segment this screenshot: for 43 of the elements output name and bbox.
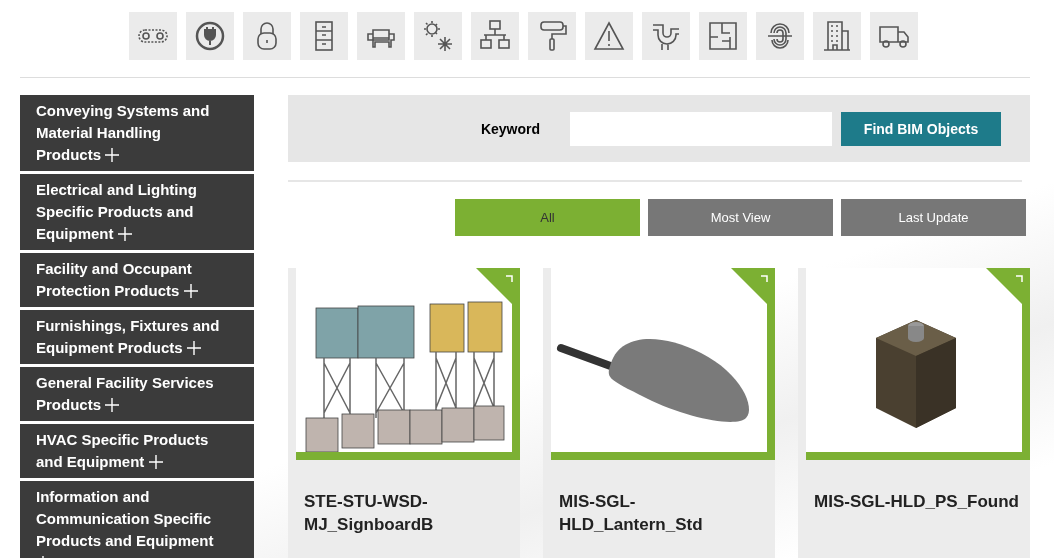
object-title: STE-STU-WSD-MJ_SignboardB (303, 491, 435, 536)
category-item[interactable]: Information and Communication Specific Products and Equipment (20, 481, 254, 558)
category-item[interactable]: Conveying Systems and Material Handling Products (20, 95, 254, 171)
plug-icon (193, 19, 227, 53)
filter-tab[interactable]: Last Update (841, 199, 1026, 236)
padlock-tile[interactable] (243, 12, 291, 60)
object-title: MIS-SGL-HLD_PS_Found (813, 491, 1020, 513)
bim-object-card[interactable]: MIS-SGL-HLD_Lantern_Std (543, 268, 775, 558)
building-tile[interactable] (813, 12, 861, 60)
network-tile[interactable] (471, 12, 519, 60)
armchair-tile[interactable] (357, 12, 405, 60)
category-item[interactable]: HVAC Specific Products and Equipment (20, 424, 254, 478)
warning-tile[interactable] (585, 12, 633, 60)
floor-plan-icon (706, 19, 740, 53)
sun-snowflake-tile[interactable] (414, 12, 462, 60)
keyword-field[interactable] (570, 111, 832, 146)
category-item[interactable]: Furnishings, Fixtures and Equipment Products (20, 310, 254, 364)
pipe-tile[interactable] (642, 12, 690, 60)
plus-icon (183, 284, 198, 298)
sun-snowflake-icon (421, 19, 455, 53)
filter-tab[interactable]: All (455, 199, 640, 236)
plus-icon (148, 455, 163, 469)
fingerprint-tile[interactable] (756, 12, 804, 60)
warning-icon (592, 19, 626, 53)
filter-tab[interactable]: Most View (648, 199, 833, 236)
plus-icon (105, 148, 120, 162)
object-title: MIS-SGL-HLD_Lantern_Std (558, 491, 704, 536)
category-item[interactable]: Electrical and Lighting Specific Products and Equipment (20, 174, 254, 250)
plug-tile[interactable] (186, 12, 234, 60)
category-item[interactable]: General Facility Services Products (20, 367, 254, 421)
plus-icon (117, 227, 132, 241)
cabinet-tile[interactable] (300, 12, 348, 60)
bim-object-card[interactable]: STE-STU-WSD-MJ_SignboardB (288, 268, 520, 558)
category-item[interactable]: Facility and Occupant Protection Products (20, 253, 254, 307)
bim-object-card[interactable]: MIS-SGL-HLD_PS_Found (798, 268, 1030, 558)
find-button[interactable]: Find BIM Objects (841, 111, 1001, 146)
truck-tile[interactable] (870, 12, 918, 60)
conveyor-tile[interactable] (129, 12, 177, 60)
plus-icon (105, 398, 120, 412)
keyword-label: Keyword (480, 120, 540, 137)
plus-icon (186, 341, 201, 355)
floor-plan-tile[interactable] (699, 12, 747, 60)
paint-roller-tile[interactable] (528, 12, 576, 60)
